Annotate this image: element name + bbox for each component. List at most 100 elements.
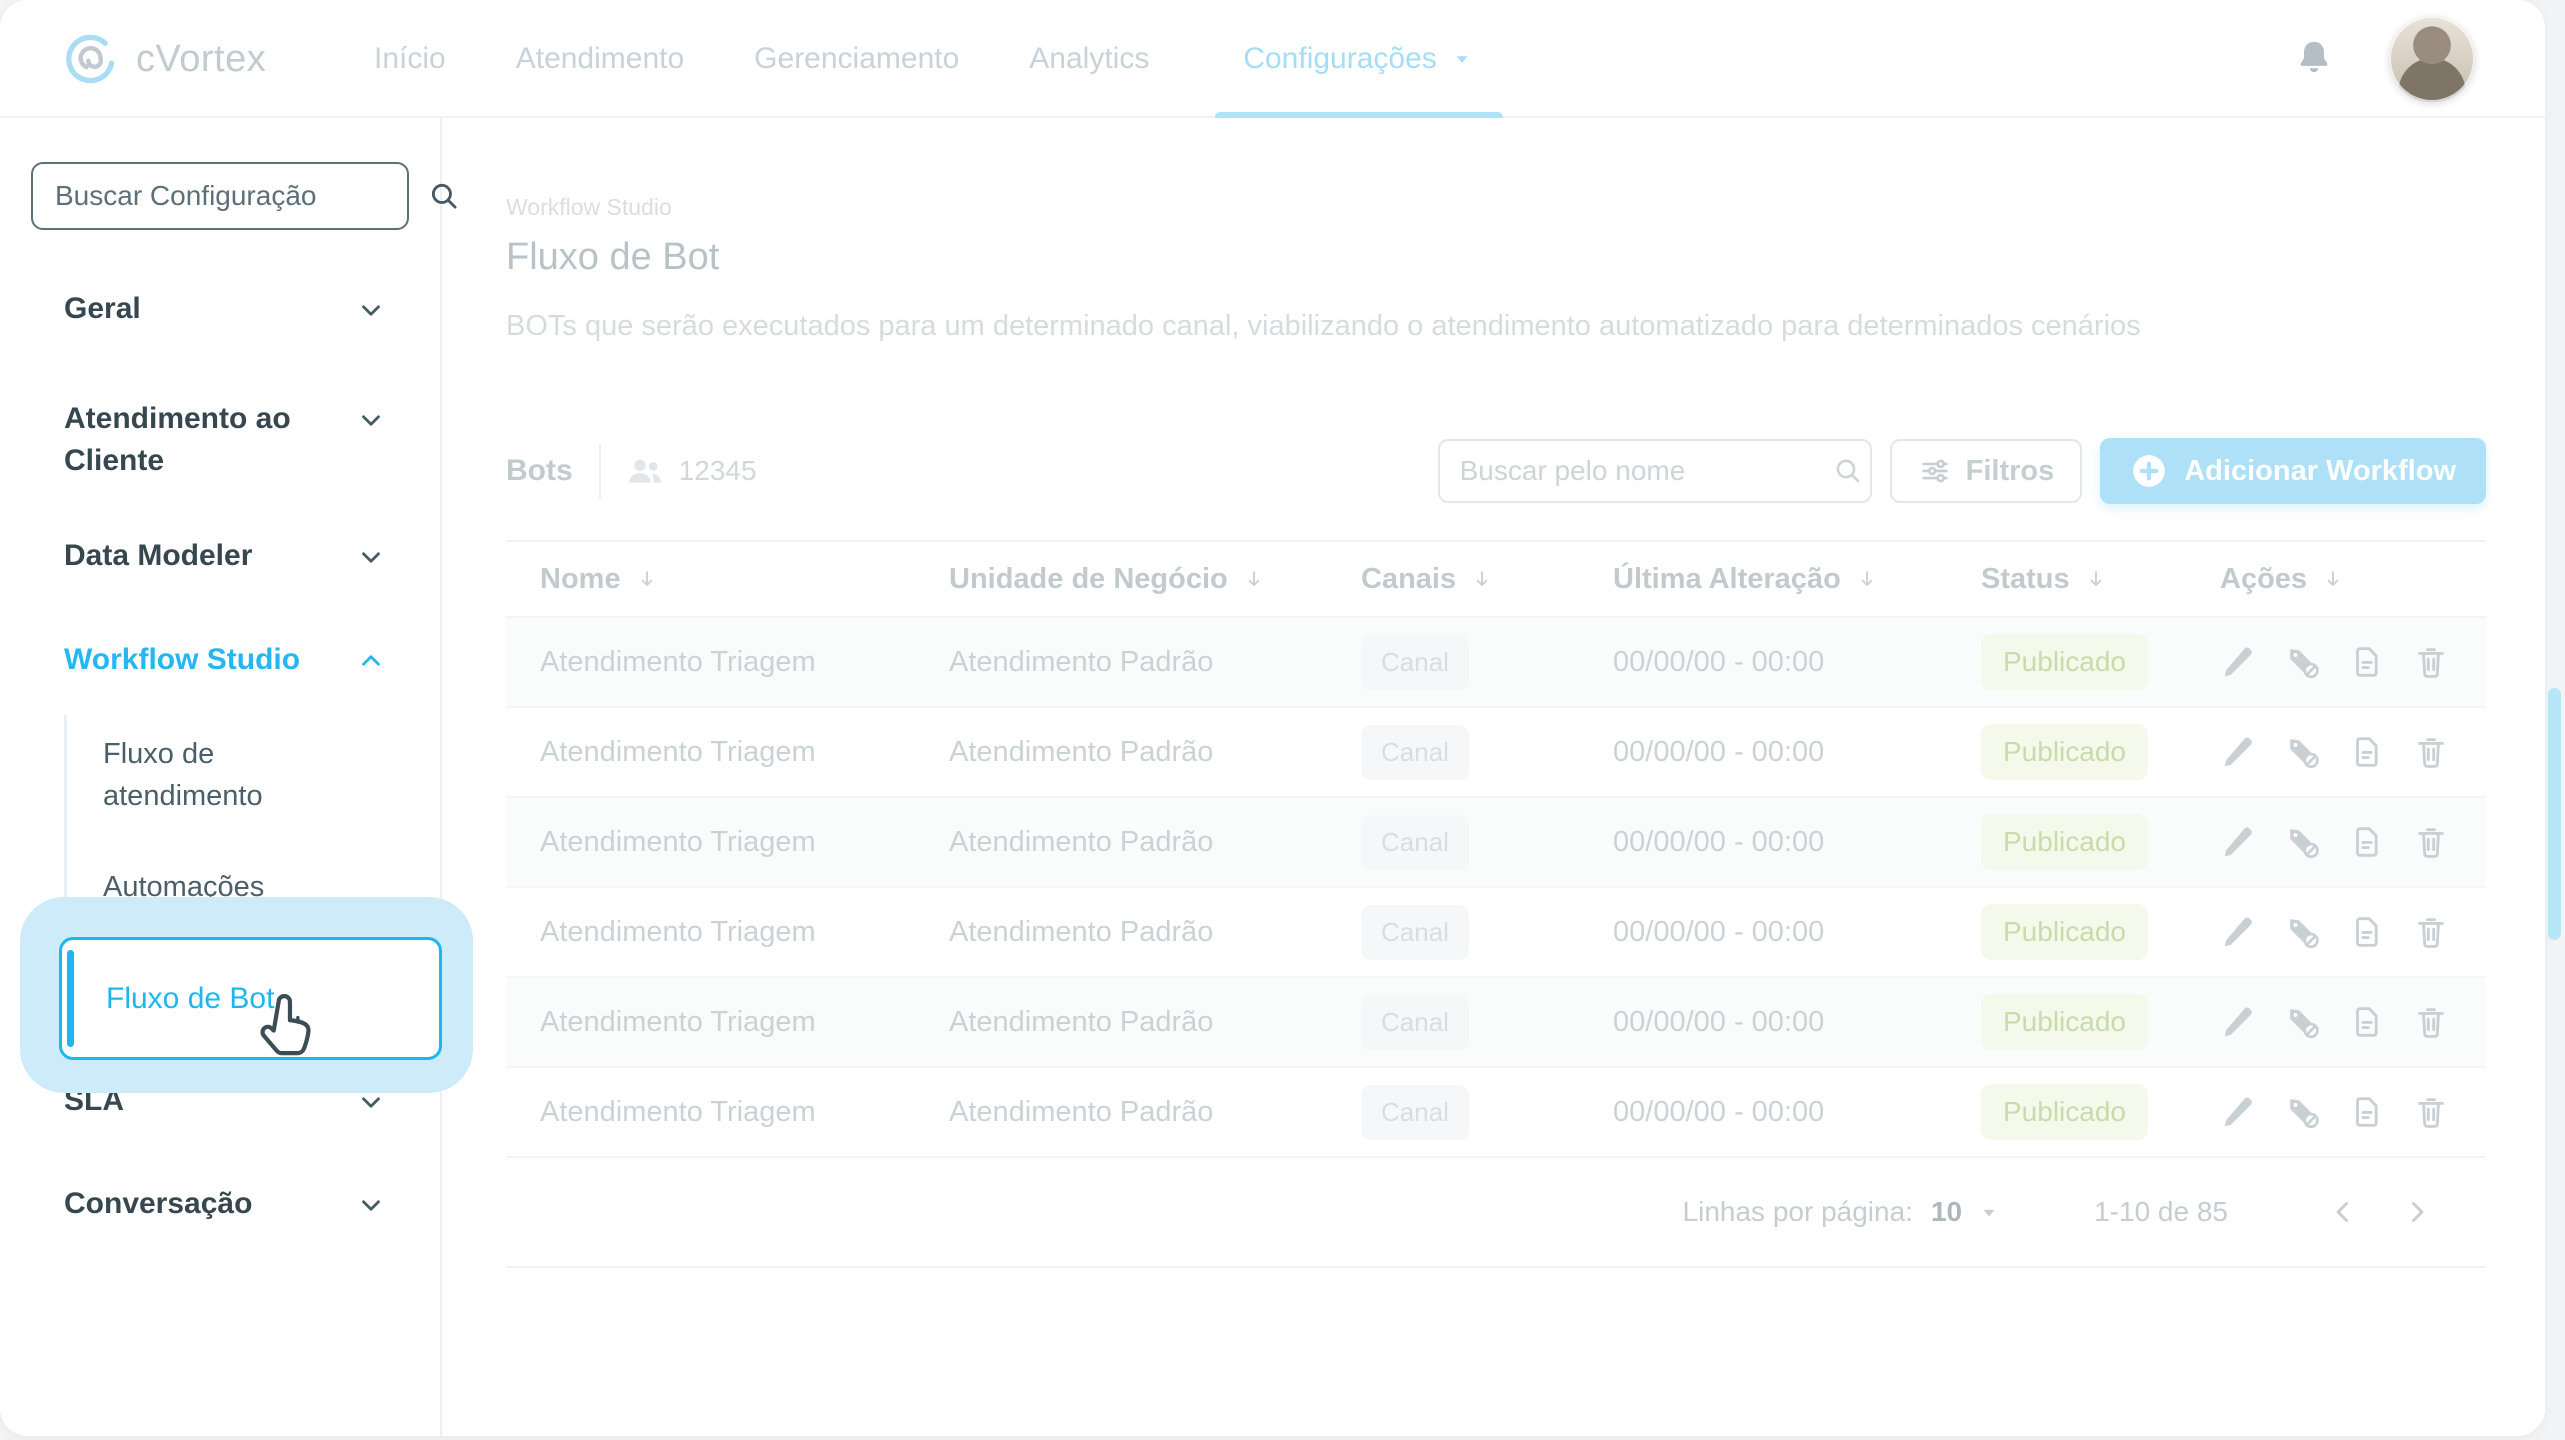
edit-pencil-icon[interactable] (2220, 733, 2258, 771)
table-search-input[interactable] (1440, 455, 1831, 487)
rows-per-page-select[interactable] (1976, 1199, 2002, 1225)
cell-business-unit: Atendimento Padrão (949, 646, 1354, 679)
nav-item-inicio[interactable]: Início (370, 0, 450, 118)
edit-pencil-icon[interactable] (2220, 1003, 2258, 1041)
tag-off-icon[interactable] (2284, 1093, 2322, 1131)
nav-item-analytics[interactable]: Analytics (1025, 0, 1153, 118)
status-badge: Publicado (1981, 1084, 2148, 1140)
trash-icon[interactable] (2412, 643, 2450, 681)
column-header-nome[interactable]: Nome (506, 563, 949, 596)
edit-pencil-icon[interactable] (2220, 1093, 2258, 1131)
active-indicator-bar (67, 950, 74, 1047)
user-avatar[interactable] (2389, 16, 2475, 102)
people-icon (625, 451, 665, 491)
table-search-box (1438, 439, 1872, 503)
bots-count: 12345 (679, 455, 757, 487)
sidebar-item-data-modeler[interactable]: Data Modeler (64, 535, 386, 577)
column-header-acoes[interactable]: Ações (2220, 563, 2486, 596)
cell-name: Atendimento Triagem (506, 916, 949, 949)
trash-icon[interactable] (2412, 733, 2450, 771)
column-header-canais[interactable]: Canais (1354, 563, 1613, 596)
chevron-right-icon (2400, 1195, 2434, 1229)
sidebar-search-input[interactable] (33, 180, 426, 212)
sidebar-item-conversacao[interactable]: Conversação (64, 1183, 386, 1225)
brand-name: cVortex (136, 38, 266, 81)
status-badge: Publicado (1981, 814, 2148, 870)
search-icon (1831, 454, 1865, 488)
section-label: Bots (506, 454, 573, 488)
nav-item-atendimento[interactable]: Atendimento (512, 0, 688, 118)
table-row: Atendimento Triagem Atendimento Padrão C… (506, 888, 2486, 978)
table-row: Atendimento Triagem Atendimento Padrão C… (506, 708, 2486, 798)
edit-pencil-icon[interactable] (2220, 643, 2258, 681)
app-window: cVortex Início Atendimento Gerenciamento… (0, 0, 2545, 1436)
table-row: Atendimento Triagem Atendimento Padrão C… (506, 798, 2486, 888)
add-workflow-button[interactable]: Adicionar Workflow (2100, 438, 2486, 504)
cell-name: Atendimento Triagem (506, 1096, 949, 1129)
cell-last-change: 00/00/00 - 00:00 (1613, 646, 1981, 679)
tag-off-icon[interactable] (2284, 823, 2322, 861)
table-row: Atendimento Triagem Atendimento Padrão C… (506, 1068, 2486, 1158)
main-navigation: Início Atendimento Gerenciamento Analyti… (370, 0, 1503, 118)
file-icon[interactable] (2348, 1003, 2386, 1041)
cell-business-unit: Atendimento Padrão (949, 1096, 1354, 1129)
cell-last-change: 00/00/00 - 00:00 (1613, 736, 1981, 769)
header-right (2291, 0, 2475, 118)
status-badge: Publicado (1981, 904, 2148, 960)
page-range: 1-10 de 85 (2094, 1196, 2228, 1228)
status-badge: Publicado (1981, 634, 2148, 690)
sliders-icon (1918, 454, 1952, 488)
sort-arrow-icon (2084, 567, 2108, 591)
sidebar-item-atendimento-ao-cliente[interactable]: Atendimento ao Cliente (64, 398, 386, 482)
nav-item-configuracoes[interactable]: Configurações (1215, 0, 1502, 118)
bell-icon[interactable] (2291, 36, 2337, 82)
column-header-unidade[interactable]: Unidade de Negócio (949, 563, 1354, 596)
trash-icon[interactable] (2412, 823, 2450, 861)
tag-off-icon[interactable] (2284, 913, 2322, 951)
hand-pointer-cursor-icon (252, 989, 322, 1063)
status-badge: Publicado (1981, 724, 2148, 780)
channel-chip: Canal (1361, 995, 1469, 1050)
edit-pencil-icon[interactable] (2220, 913, 2258, 951)
edit-pencil-icon[interactable] (2220, 823, 2258, 861)
sidebar-item-geral[interactable]: Geral (64, 288, 386, 330)
cell-business-unit: Atendimento Padrão (949, 826, 1354, 859)
bots-toolbar: Bots 12345 (506, 438, 2486, 504)
sort-arrow-icon (2321, 567, 2345, 591)
tag-off-icon[interactable] (2284, 643, 2322, 681)
cell-last-change: 00/00/00 - 00:00 (1613, 826, 1981, 859)
cell-name: Atendimento Triagem (506, 1006, 949, 1039)
top-nav-bar: cVortex Início Atendimento Gerenciamento… (0, 0, 2545, 118)
sort-arrow-icon (1470, 567, 1494, 591)
file-icon[interactable] (2348, 823, 2386, 861)
cell-last-change: 00/00/00 - 00:00 (1613, 1006, 1981, 1039)
sidebar-subitem-fluxo-de-bot[interactable]: Fluxo de Bot (59, 937, 442, 1060)
column-header-ultima-alteracao[interactable]: Última Alteração (1613, 563, 1981, 596)
column-header-status[interactable]: Status (1981, 563, 2220, 596)
previous-page-button[interactable] (2320, 1189, 2366, 1235)
vertical-scrollbar-thumb[interactable] (2548, 688, 2561, 940)
tag-off-icon[interactable] (2284, 1003, 2322, 1041)
tag-off-icon[interactable] (2284, 733, 2322, 771)
cell-business-unit: Atendimento Padrão (949, 1006, 1354, 1039)
trash-icon[interactable] (2412, 1093, 2450, 1131)
next-page-button[interactable] (2394, 1189, 2440, 1235)
file-icon[interactable] (2348, 643, 2386, 681)
cvortex-logo-icon (62, 31, 118, 87)
nav-item-gerenciamento[interactable]: Gerenciamento (750, 0, 963, 118)
sidebar-subitem-fluxo-de-atendimento[interactable]: Fluxo de atendimento (103, 733, 343, 817)
file-icon[interactable] (2348, 913, 2386, 951)
file-icon[interactable] (2348, 1093, 2386, 1131)
table-body: Atendimento Triagem Atendimento Padrão C… (506, 618, 2486, 1158)
filters-button[interactable]: Filtros (1890, 439, 2083, 503)
trash-icon[interactable] (2412, 913, 2450, 951)
cell-last-change: 00/00/00 - 00:00 (1613, 1096, 1981, 1129)
sort-arrow-icon (635, 567, 659, 591)
sidebar-item-workflow-studio[interactable]: Workflow Studio (64, 639, 386, 681)
channel-chip: Canal (1361, 725, 1469, 780)
plus-circle-icon (2130, 452, 2168, 490)
bots-table: Nome Unidade de Negócio Canais Última Al… (506, 540, 2486, 1268)
file-icon[interactable] (2348, 733, 2386, 771)
caret-down-icon (1449, 46, 1475, 72)
trash-icon[interactable] (2412, 1003, 2450, 1041)
